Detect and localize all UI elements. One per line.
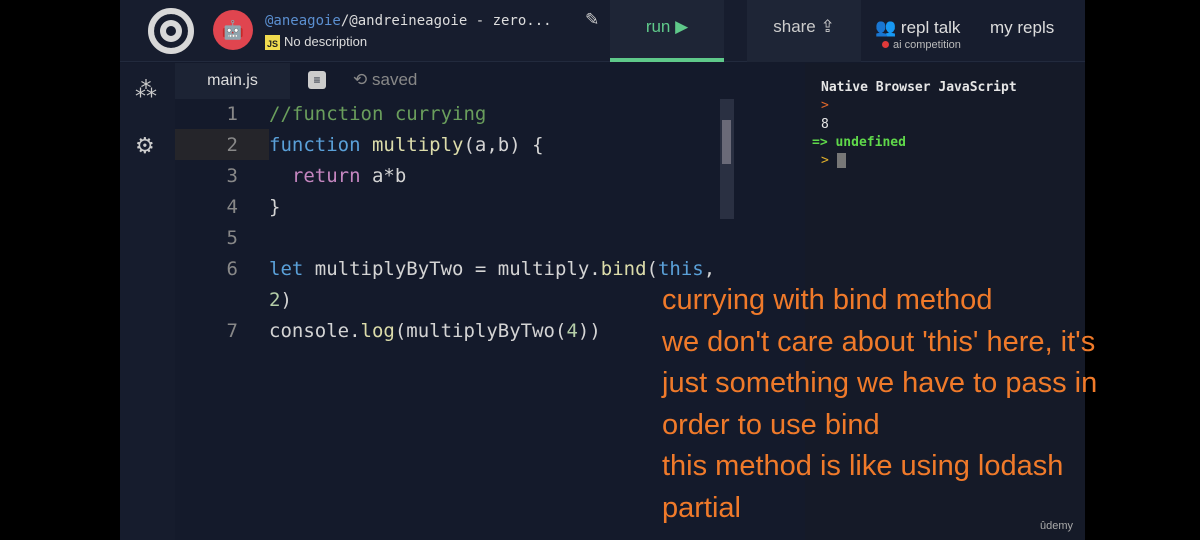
- prompt-icon: >: [821, 153, 829, 168]
- console-output: 8: [821, 117, 829, 132]
- code-line[interactable]: //function currying: [269, 99, 486, 130]
- console-title: Native Browser JavaScript: [821, 80, 1017, 95]
- repl-title[interactable]: @aneagoie/@andreineagoie - zero...: [265, 13, 552, 29]
- code-line[interactable]: 2): [269, 285, 292, 316]
- format-icon[interactable]: ≡: [308, 71, 326, 89]
- console-result: => undefined: [812, 135, 906, 150]
- code-line[interactable]: }: [269, 192, 280, 223]
- note-line: we don't care about 'this' here, it's: [662, 325, 1096, 358]
- share-button[interactable]: share ⇪: [747, 0, 861, 62]
- note-line: partial: [662, 491, 741, 524]
- text-cursor: [836, 153, 846, 168]
- code-line[interactable]: return a*b: [269, 161, 406, 192]
- sidebar: ⁂ ⚙: [120, 63, 175, 540]
- line-number: 6: [226, 258, 238, 280]
- file-tabs: main.js ≡ ⟲ saved: [175, 63, 790, 99]
- user-link[interactable]: @aneagoie: [265, 13, 341, 29]
- my-repls-link[interactable]: my repls: [990, 18, 1054, 38]
- saved-label: saved: [371, 70, 418, 89]
- people-icon: 👥: [875, 18, 897, 37]
- run-button[interactable]: run ▶: [610, 0, 724, 62]
- line-number: 4: [226, 196, 238, 218]
- scrollbar-thumb[interactable]: [722, 120, 731, 164]
- history-icon: ⟲: [353, 70, 368, 89]
- description: JS No description: [265, 34, 368, 51]
- line-number: 5: [226, 227, 238, 249]
- console-input[interactable]: >: [821, 153, 846, 168]
- tab-main-js[interactable]: main.js: [175, 63, 290, 99]
- line-number: 3: [226, 165, 238, 187]
- repl-name: /@andreineagoie - zero...: [340, 13, 552, 29]
- note-line: just something we have to pass in: [662, 367, 1098, 399]
- description-text: No description: [284, 34, 368, 49]
- line-number: 1: [226, 103, 238, 125]
- code-line[interactable]: function multiply(a,b) {: [269, 130, 544, 161]
- line-number: [175, 285, 265, 316]
- line-number: 7: [226, 320, 238, 342]
- repl-logo-icon[interactable]: [148, 8, 194, 54]
- code-line[interactable]: console.log(multiplyByTwo(4)): [269, 316, 601, 347]
- add-collaborators-icon[interactable]: ⁂: [135, 77, 157, 103]
- live-dot-icon: [882, 41, 889, 48]
- gear-icon[interactable]: ⚙: [135, 133, 155, 159]
- pencil-icon[interactable]: ✎: [585, 10, 599, 30]
- avatar[interactable]: 🤖: [213, 10, 253, 50]
- note-line: this method is like using lodash: [662, 450, 1064, 482]
- competition-label: ai competition: [893, 39, 961, 51]
- note-line: currying with bind method: [662, 284, 993, 316]
- note-line: order to use bind: [662, 408, 880, 441]
- repl-talk-link[interactable]: 👥 repl talk: [875, 18, 960, 38]
- share-icon: ⇪: [820, 17, 835, 36]
- js-language-icon: JS: [265, 35, 280, 51]
- saved-status: ⟲ saved: [353, 70, 417, 90]
- code-line[interactable]: let multiplyByTwo = multiply.bind(this,: [269, 254, 715, 285]
- header: 🤖 @aneagoie/@andreineagoie - zero... JS N…: [120, 0, 1085, 62]
- line-number: 2: [226, 134, 238, 156]
- repl-talk-label: repl talk: [900, 18, 961, 37]
- prompt-icon: >: [821, 98, 829, 113]
- share-label: share: [773, 17, 816, 36]
- annotation-notes: currying with bind method we don't care a…: [662, 280, 1097, 529]
- competition-badge[interactable]: ai competition: [882, 39, 961, 51]
